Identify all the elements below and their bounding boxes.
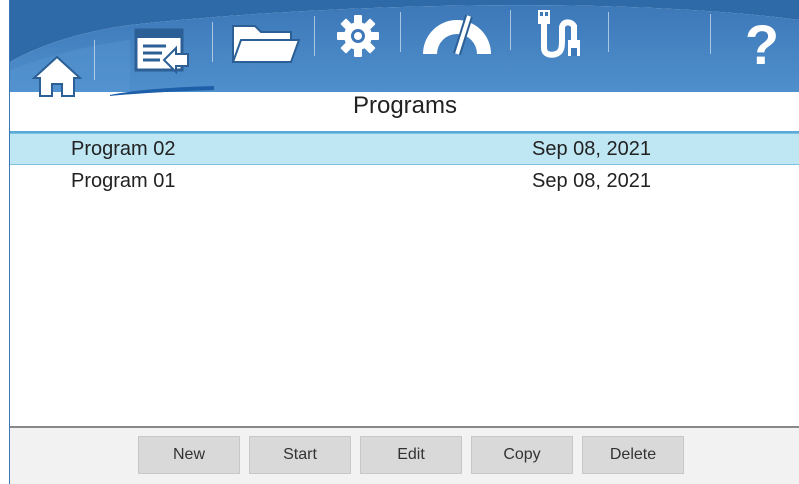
top-nav-bar: ? Programs: [10, 0, 799, 130]
program-date: Sep 08, 2021: [532, 137, 651, 160]
page-title: Programs: [352, 92, 458, 119]
usb-cable-icon: [532, 8, 588, 65]
nav-gauge-button[interactable]: [414, 8, 500, 64]
program-name: Program 01: [71, 169, 176, 192]
programs-icon: [130, 26, 190, 83]
copy-button[interactable]: Copy: [471, 436, 573, 474]
programs-list: Program 02 Sep 08, 2021 Program 01 Sep 0…: [10, 131, 799, 427]
gauge-icon: [419, 10, 495, 63]
nav-separator: [710, 14, 711, 54]
nav-separator: [94, 40, 95, 80]
folder-icon: [229, 20, 301, 73]
nav-files-button[interactable]: [224, 18, 306, 74]
edit-button[interactable]: Edit: [360, 436, 462, 474]
new-button[interactable]: New: [138, 436, 240, 474]
nav-separator: [314, 16, 315, 56]
nav-separator: [212, 22, 213, 62]
start-button[interactable]: Start: [249, 436, 351, 474]
nav-settings-button[interactable]: [326, 12, 390, 64]
help-icon: ?: [744, 13, 780, 76]
program-row-1[interactable]: Program 02 Sep 08, 2021: [10, 133, 799, 165]
app-window: ? Programs Program 02 Sep 08, 2021 Progr…: [9, 0, 799, 484]
program-row-2[interactable]: Program 01 Sep 08, 2021: [10, 165, 799, 197]
program-name: Program 02: [71, 137, 176, 160]
settings-gear-icon: [335, 13, 381, 64]
delete-button[interactable]: Delete: [582, 436, 684, 474]
nav-separator: [400, 12, 401, 52]
action-toolbar: New Start Edit Copy Delete: [10, 426, 799, 484]
nav-usb-button[interactable]: [524, 8, 596, 64]
nav-separator: [608, 12, 609, 52]
nav-programs-button[interactable]: [118, 24, 202, 84]
nav-separator: [510, 10, 511, 50]
program-date: Sep 08, 2021: [532, 169, 651, 192]
nav-help-button[interactable]: ?: [732, 14, 792, 76]
